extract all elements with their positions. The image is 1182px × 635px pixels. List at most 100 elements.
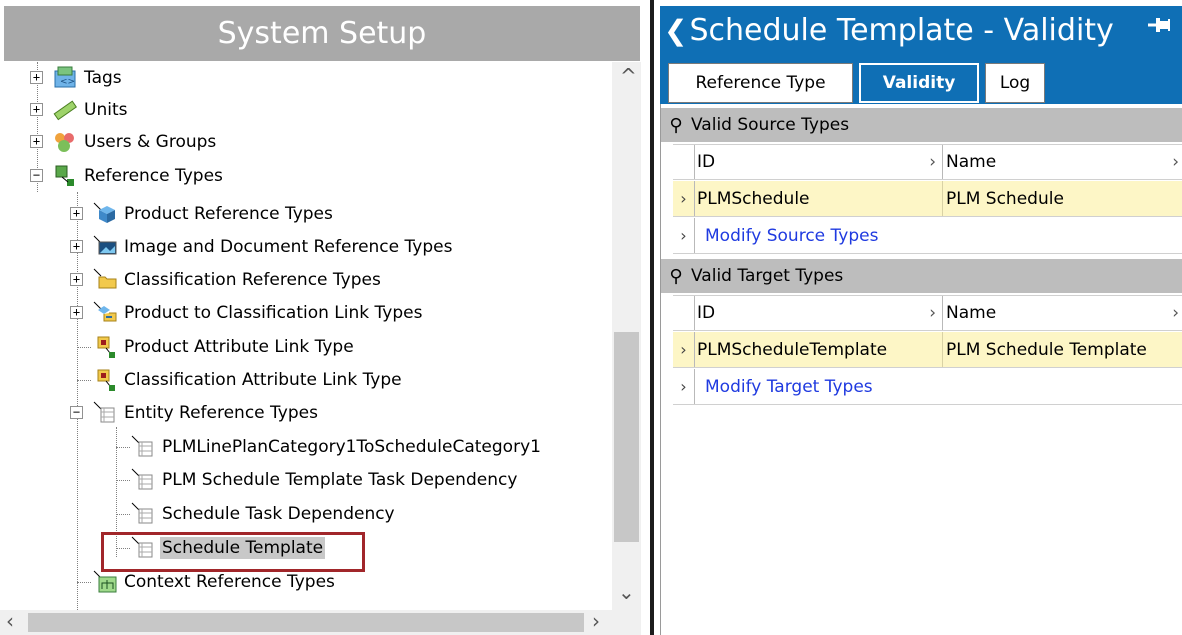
system-setup-panel: System Setup + <> Tags + Units + Users &…	[0, 0, 643, 635]
tree-item-classification-reference-types[interactable]: Classification Reference Types	[92, 264, 383, 296]
tags-icon: <>	[52, 65, 78, 91]
modify-target-types-link[interactable]: Modify Target Types	[695, 369, 879, 404]
tree-item-product-classification-link-types[interactable]: Product to Classification Link Types	[92, 297, 424, 329]
back-chevron-icon[interactable]: ❮	[664, 14, 687, 47]
table-row[interactable]: › PLMScheduleTemplate PLM Schedule Templ…	[673, 332, 1182, 368]
chevron-right-icon[interactable]: ›	[929, 303, 936, 323]
chevron-right-icon[interactable]: ›	[1172, 152, 1179, 172]
scroll-thumb[interactable]	[28, 613, 584, 632]
row-expand-icon[interactable]: ›	[673, 369, 695, 404]
tree-item-label: Classification Reference Types	[124, 270, 381, 290]
grid-header-row: ID › Name ›	[673, 295, 1182, 331]
vertical-scrollbar[interactable]: ^ ⌄	[612, 62, 641, 610]
section-title: Valid Source Types	[691, 115, 850, 135]
setup-tree: + <> Tags + Units + Users & Groups − Ref…	[0, 62, 612, 610]
cell-name[interactable]: PLM Schedule Template	[943, 332, 1182, 367]
tree-item-label: Entity Reference Types	[124, 403, 318, 423]
tree-item-label: Units	[84, 100, 128, 120]
scroll-left-icon[interactable]: ‹	[6, 609, 14, 633]
pushpin-icon[interactable]: ⚲	[661, 266, 691, 287]
section-header-source[interactable]: ⚲ Valid Source Types	[661, 108, 1182, 142]
modify-source-types-link[interactable]: Modify Source Types	[695, 218, 884, 253]
scroll-thumb[interactable]	[614, 332, 639, 542]
scrollbar-corner	[612, 610, 641, 635]
entity-icon	[130, 434, 156, 460]
scroll-right-icon[interactable]: ›	[592, 609, 600, 633]
expand-toggle[interactable]: +	[30, 135, 43, 148]
tree-item-product-attribute-link-type[interactable]: Product Attribute Link Type	[92, 331, 356, 363]
horizontal-scrollbar[interactable]: ‹ ›	[0, 609, 612, 635]
table-row[interactable]: › PLMSchedule PLM Schedule	[673, 181, 1182, 217]
tree-item-entity-reference-types[interactable]: Entity Reference Types	[92, 397, 320, 429]
pin-icon[interactable]	[1146, 14, 1172, 42]
tree-item-label: PLM Schedule Template Task Dependency	[162, 470, 518, 490]
expand-toggle[interactable]: +	[70, 273, 83, 286]
tab-log[interactable]: Log	[985, 63, 1045, 103]
row-expand-icon[interactable]: ›	[673, 332, 695, 367]
tree-item-users-groups[interactable]: Users & Groups	[52, 126, 218, 158]
tree-item-plm-schedule-template-task-dependency[interactable]: PLM Schedule Template Task Dependency	[130, 464, 519, 496]
collapse-toggle[interactable]: −	[70, 406, 83, 419]
tree-item-label: Tags	[84, 68, 122, 88]
context-ref-icon	[92, 569, 118, 595]
tree-item-units[interactable]: Units	[52, 94, 129, 126]
tab-reference-type[interactable]: Reference Type	[668, 63, 853, 103]
tree-item-label: Image and Document Reference Types	[124, 237, 453, 257]
validity-content: ⚲ Valid Source Types ID › Name › › PLMSc…	[660, 104, 1182, 635]
tree-line	[116, 514, 130, 515]
collapse-toggle[interactable]: −	[30, 169, 43, 182]
entity-icon	[130, 467, 156, 493]
tree-item-label: Product Attribute Link Type	[124, 337, 354, 357]
expand-toggle[interactable]: +	[70, 306, 83, 319]
tab-validity[interactable]: Validity	[859, 63, 979, 103]
expand-toggle[interactable]: +	[70, 240, 83, 253]
expand-toggle[interactable]: +	[70, 207, 83, 220]
tree-line	[77, 347, 91, 348]
expand-toggle[interactable]: +	[30, 71, 43, 84]
column-header-name[interactable]: Name ›	[943, 296, 1182, 330]
column-label: ID	[697, 152, 716, 172]
column-header-id[interactable]: ID ›	[695, 145, 943, 179]
column-header-id[interactable]: ID ›	[695, 296, 943, 330]
tree-item-label: Product Reference Types	[124, 204, 333, 224]
editor-title: Schedule Template - Validity	[689, 12, 1114, 48]
entity-icon	[130, 501, 156, 527]
ruler-icon	[52, 97, 78, 123]
row-expand-icon[interactable]: ›	[673, 218, 695, 253]
tree-line	[77, 380, 91, 381]
cell-id[interactable]: PLMSchedule	[695, 181, 943, 216]
attribute-link-icon	[92, 367, 118, 393]
tree-line	[116, 447, 130, 448]
modify-target-row[interactable]: › Modify Target Types	[673, 369, 1182, 405]
selection-highlight	[101, 532, 365, 572]
section-title: Valid Target Types	[691, 266, 844, 286]
scroll-down-icon[interactable]: ⌄	[618, 580, 635, 604]
tree-item-tags[interactable]: <> Tags	[52, 62, 124, 94]
chevron-right-icon[interactable]: ›	[929, 152, 936, 172]
modify-source-row[interactable]: › Modify Source Types	[673, 218, 1182, 254]
tree-item-label: Reference Types	[84, 166, 223, 186]
product-ref-icon	[92, 201, 118, 227]
panel-title: System Setup	[4, 6, 640, 61]
tree-item-classification-attribute-link-type[interactable]: Classification Attribute Link Type	[92, 364, 404, 396]
tree-item-label: Context Reference Types	[124, 572, 335, 592]
column-label: Name	[946, 152, 997, 172]
tree-item-image-document-reference-types[interactable]: Image and Document Reference Types	[92, 231, 454, 263]
cell-id[interactable]: PLMScheduleTemplate	[695, 332, 943, 367]
entity-ref-icon	[92, 400, 118, 426]
scroll-up-icon[interactable]: ^	[620, 64, 637, 88]
chevron-right-icon[interactable]: ›	[1172, 303, 1179, 323]
column-label: Name	[946, 303, 997, 323]
tree-item-product-reference-types[interactable]: Product Reference Types	[92, 198, 335, 230]
tree-item-reference-types[interactable]: Reference Types	[52, 160, 225, 192]
column-header-name[interactable]: Name ›	[943, 145, 1182, 179]
attribute-link-icon	[92, 334, 118, 360]
row-expand-icon[interactable]: ›	[673, 181, 695, 216]
expand-toggle[interactable]: +	[30, 103, 43, 116]
cell-name[interactable]: PLM Schedule	[943, 181, 1182, 216]
section-header-target[interactable]: ⚲ Valid Target Types	[661, 259, 1182, 293]
tab-bar: Reference Type Validity Log	[660, 54, 1182, 104]
tree-item-schedule-task-dependency[interactable]: Schedule Task Dependency	[130, 498, 397, 530]
tree-item-plm-lineplan-category[interactable]: PLMLinePlanCategory1ToScheduleCategory1	[130, 431, 543, 463]
pushpin-icon[interactable]: ⚲	[661, 115, 691, 136]
